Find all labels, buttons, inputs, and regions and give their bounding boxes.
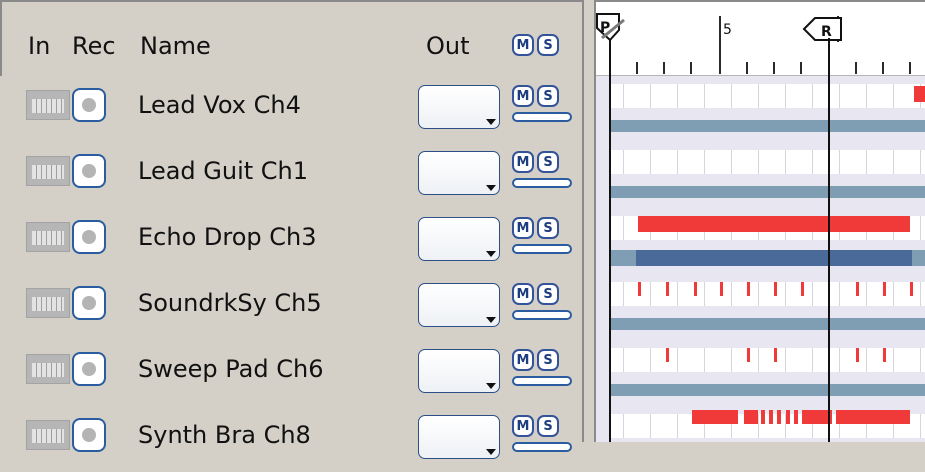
ruler-graphics: P 5 R <box>596 13 925 77</box>
mute-all-button[interactable]: M <box>512 34 534 56</box>
end-marker-label: R <box>821 24 832 40</box>
track-level-bar[interactable] <box>512 112 572 122</box>
midi-input-icon[interactable] <box>26 222 70 252</box>
midi-input-icon[interactable] <box>26 420 70 450</box>
dropdown-arrow-icon <box>486 185 496 191</box>
record-arm-button[interactable] <box>72 286 106 320</box>
track-list-header: In Rec Name Out M S <box>0 0 582 76</box>
dropdown-arrow-icon <box>486 449 496 455</box>
rec-column-header: Rec <box>72 32 116 60</box>
track-name[interactable]: SoundrkSy Ch5 <box>138 289 322 317</box>
in-column-header: In <box>28 32 51 60</box>
record-dot-icon <box>82 428 96 442</box>
track-name[interactable]: Lead Vox Ch4 <box>138 91 301 119</box>
track-bar[interactable] <box>610 318 925 330</box>
track-level-bar[interactable] <box>512 310 572 320</box>
mute-button[interactable]: M <box>512 415 534 437</box>
timeline-panel[interactable]: P 5 R <box>594 0 925 442</box>
midi-input-icon[interactable] <box>26 156 70 186</box>
track-list-panel: In Rec Name Out M S Lead Vox Ch4 M S Lea… <box>0 0 584 459</box>
record-dot-icon <box>82 362 96 376</box>
mute-button[interactable]: M <box>512 349 534 371</box>
track-rows: Lead Vox Ch4 M S Lead Guit Ch1 M S Echo … <box>0 76 582 459</box>
start-marker-label: P <box>600 20 610 36</box>
midi-clip[interactable] <box>638 216 910 232</box>
mute-button[interactable]: M <box>512 283 534 305</box>
solo-button[interactable]: S <box>537 283 559 305</box>
solo-button[interactable]: S <box>537 85 559 107</box>
lane-grid <box>610 348 925 372</box>
lane-grid <box>610 84 925 108</box>
bar-number-label: 5 <box>723 22 732 38</box>
timeline-lanes[interactable] <box>596 76 925 442</box>
dropdown-arrow-icon <box>486 317 496 323</box>
dropdown-arrow-icon <box>486 383 496 389</box>
track-row[interactable]: Sweep Pad Ch6 M S <box>0 340 582 406</box>
dropdown-arrow-icon <box>486 251 496 257</box>
track-name[interactable]: Sweep Pad Ch6 <box>138 355 323 383</box>
dropdown-arrow-icon <box>486 119 496 125</box>
solo-button[interactable]: S <box>537 217 559 239</box>
lane-grid <box>610 150 925 174</box>
track-name[interactable]: Echo Drop Ch3 <box>138 223 317 251</box>
track-name[interactable]: Synth Bra Ch8 <box>138 421 311 449</box>
record-arm-button[interactable] <box>72 154 106 188</box>
record-arm-button[interactable] <box>72 352 106 386</box>
solo-button[interactable]: S <box>537 151 559 173</box>
midi-clip[interactable] <box>914 86 925 102</box>
out-column-header: Out <box>426 32 470 60</box>
solo-all-button[interactable]: S <box>537 34 559 56</box>
lane-grid <box>610 282 925 306</box>
track-level-bar[interactable] <box>512 376 572 386</box>
mute-button[interactable]: M <box>512 151 534 173</box>
record-dot-icon <box>82 230 96 244</box>
track-level-bar[interactable] <box>512 244 572 254</box>
track-bar[interactable] <box>610 120 925 132</box>
record-arm-button[interactable] <box>72 418 106 452</box>
solo-button[interactable]: S <box>537 415 559 437</box>
track-row[interactable]: SoundrkSy Ch5 M S <box>0 274 582 340</box>
track-row[interactable]: Synth Bra Ch8 M S <box>0 406 582 472</box>
record-arm-button[interactable] <box>72 220 106 254</box>
record-dot-icon <box>82 296 96 310</box>
track-level-bar[interactable] <box>512 442 572 452</box>
record-dot-icon <box>82 164 96 178</box>
track-row[interactable]: Echo Drop Ch3 M S <box>0 208 582 274</box>
mute-button[interactable]: M <box>512 217 534 239</box>
mute-button[interactable]: M <box>512 85 534 107</box>
record-dot-icon <box>82 98 96 112</box>
midi-input-icon[interactable] <box>26 288 70 318</box>
track-bar[interactable] <box>610 384 925 396</box>
solo-button[interactable]: S <box>537 349 559 371</box>
track-row[interactable]: Lead Vox Ch4 M S <box>0 76 582 142</box>
midi-input-icon[interactable] <box>26 354 70 384</box>
name-column-header: Name <box>140 32 211 60</box>
track-name[interactable]: Lead Guit Ch1 <box>138 157 308 185</box>
track-bar-selected[interactable] <box>636 250 912 266</box>
track-level-bar[interactable] <box>512 178 572 188</box>
midi-input-icon[interactable] <box>26 90 70 120</box>
record-arm-button[interactable] <box>72 88 106 122</box>
timeline-ruler[interactable]: P 5 R <box>596 0 925 77</box>
track-bar[interactable] <box>610 186 925 198</box>
track-row[interactable]: Lead Guit Ch1 M S <box>0 142 582 208</box>
